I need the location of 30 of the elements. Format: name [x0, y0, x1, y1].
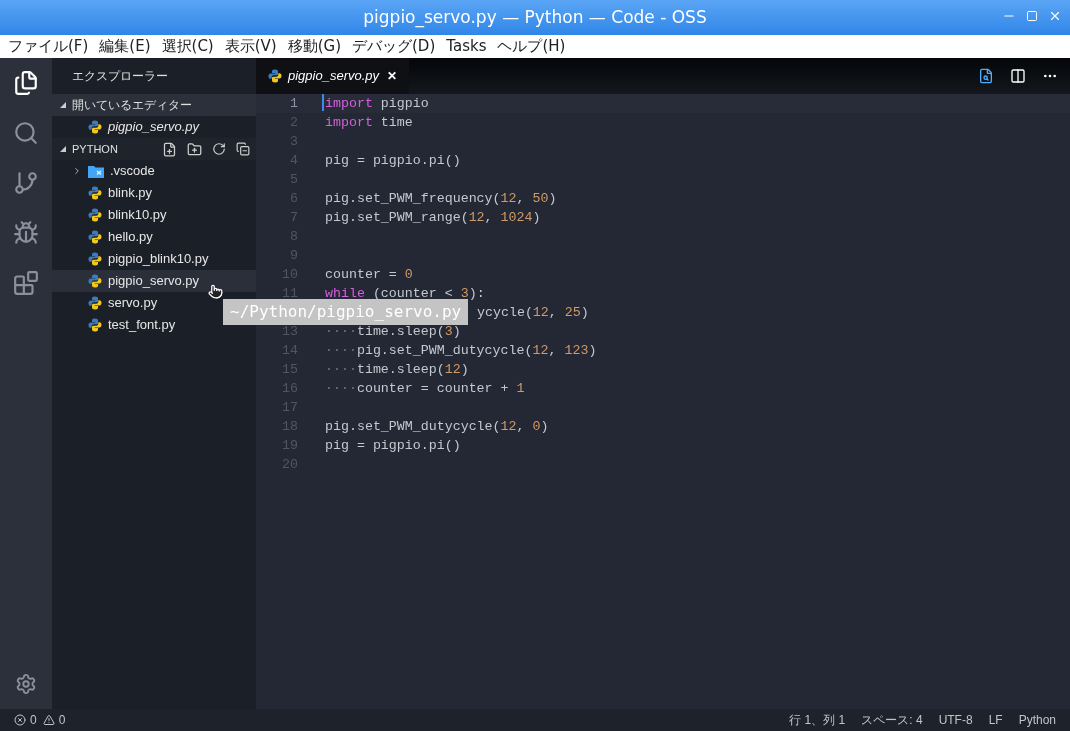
code-line: while (counter < 3):	[325, 285, 485, 301]
file-name: hello.py	[108, 228, 153, 247]
code-line: pig.set_PWM_range(12, 1024)	[325, 209, 541, 225]
code-line: pig.set_PWM_frequency(12, 50)	[325, 190, 557, 206]
line-number: 1	[290, 94, 298, 113]
sidebar-title: エクスプローラー	[72, 68, 168, 85]
code-line: ····pig.set_PWM_dutycycle(12, 123)	[325, 342, 597, 358]
file-name: pigpio_servo.py	[108, 118, 200, 137]
section-title: 開いているエディター	[72, 97, 193, 114]
file-name: servo.py	[108, 294, 158, 313]
path-tooltip: ~/Python/pigpio_servo.py	[223, 299, 469, 325]
code-line: pig.set_PWM_dutycycle(12, 0)	[325, 418, 549, 434]
file-name: .vscode	[110, 162, 155, 181]
file-name: test_font.py	[108, 316, 176, 335]
code-line: ····counter = counter + 1	[325, 380, 525, 396]
window-title: pigpio_servo.py — Python — Code - OSS	[363, 5, 707, 30]
code-line: pig = pigpio.pi()	[325, 437, 461, 453]
code-line: ycycle(12, 25)	[477, 304, 589, 320]
section-title: PYTHON	[72, 141, 119, 157]
code-line: ····time.sleep(12)	[325, 361, 469, 377]
code-line: counter = 0	[325, 266, 413, 282]
code-line: pig = pigpio.pi()	[325, 152, 461, 168]
file-name: blink10.py	[108, 206, 167, 225]
file-name: blink.py	[108, 184, 153, 203]
code-line: ····time.sleep(3)	[325, 323, 461, 339]
code-line: import pigpio	[325, 95, 429, 111]
file-name: pigpio_blink10.py	[108, 250, 209, 269]
code-line: import time	[325, 114, 413, 130]
file-name: pigpio_servo.py	[108, 272, 200, 291]
tab-label: pigpio_servo.py	[288, 67, 380, 86]
